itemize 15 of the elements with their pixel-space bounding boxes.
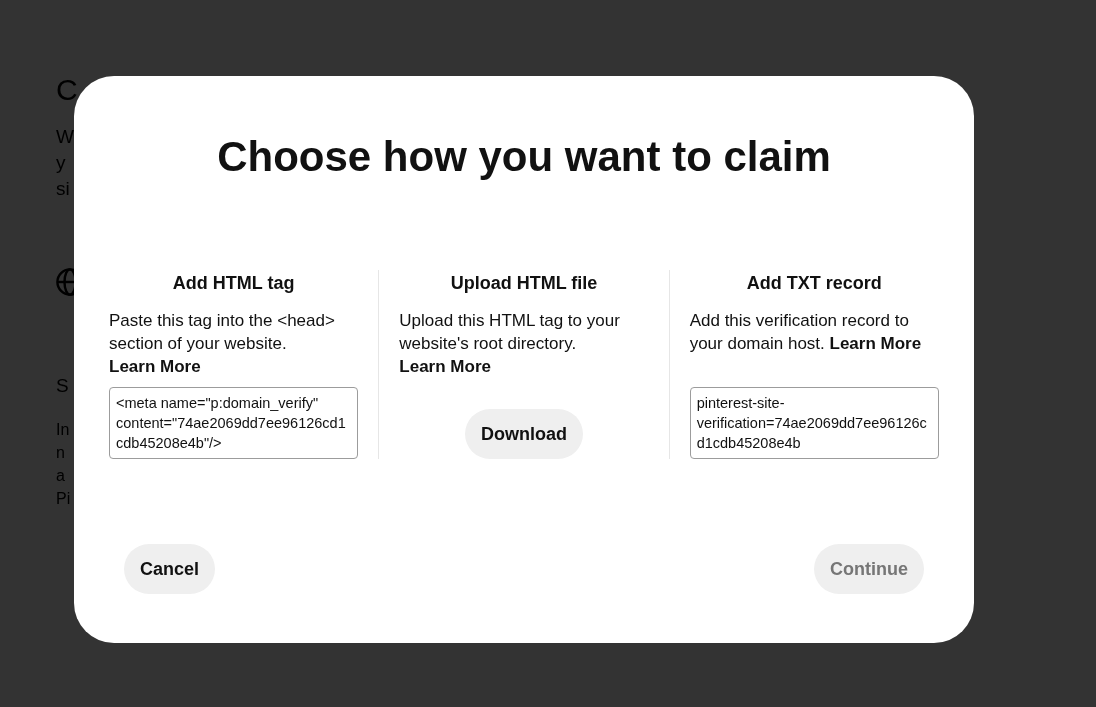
code-field[interactable]: pinterest-site-verification=74ae2069dd7ee96126cd1cdb45208e4b <box>689 387 939 459</box>
description-text: Add this verification record to your domain host. Learn More <box>689 310 923 355</box>
description-text: Paste this tag into the <head> section of your website. Learn More <box>109 310 336 378</box>
code-field[interactable]: <meta name="p:domain_verify" content="74ae2069dd7ee96126cd1cdb45208e4b"/> <box>109 387 359 459</box>
option-title: Add HTML tag <box>172 272 295 295</box>
cancel-button[interactable]: Cancel <box>124 544 216 594</box>
globe-icon <box>56 268 74 296</box>
learn-more-link[interactable]: Learn More <box>829 334 922 353</box>
download-button[interactable]: Download <box>465 409 583 459</box>
option-title: Upload HTML file <box>450 272 598 295</box>
learn-more-link[interactable]: Learn More <box>399 357 491 376</box>
option-title: Add TXT record <box>746 272 882 295</box>
learn-more-link[interactable]: Learn More <box>109 357 201 376</box>
description-text: Upload this HTML tag to your website's root directory. Learn More <box>399 310 621 378</box>
dialog-title: Choose how you want to claim <box>217 132 831 182</box>
